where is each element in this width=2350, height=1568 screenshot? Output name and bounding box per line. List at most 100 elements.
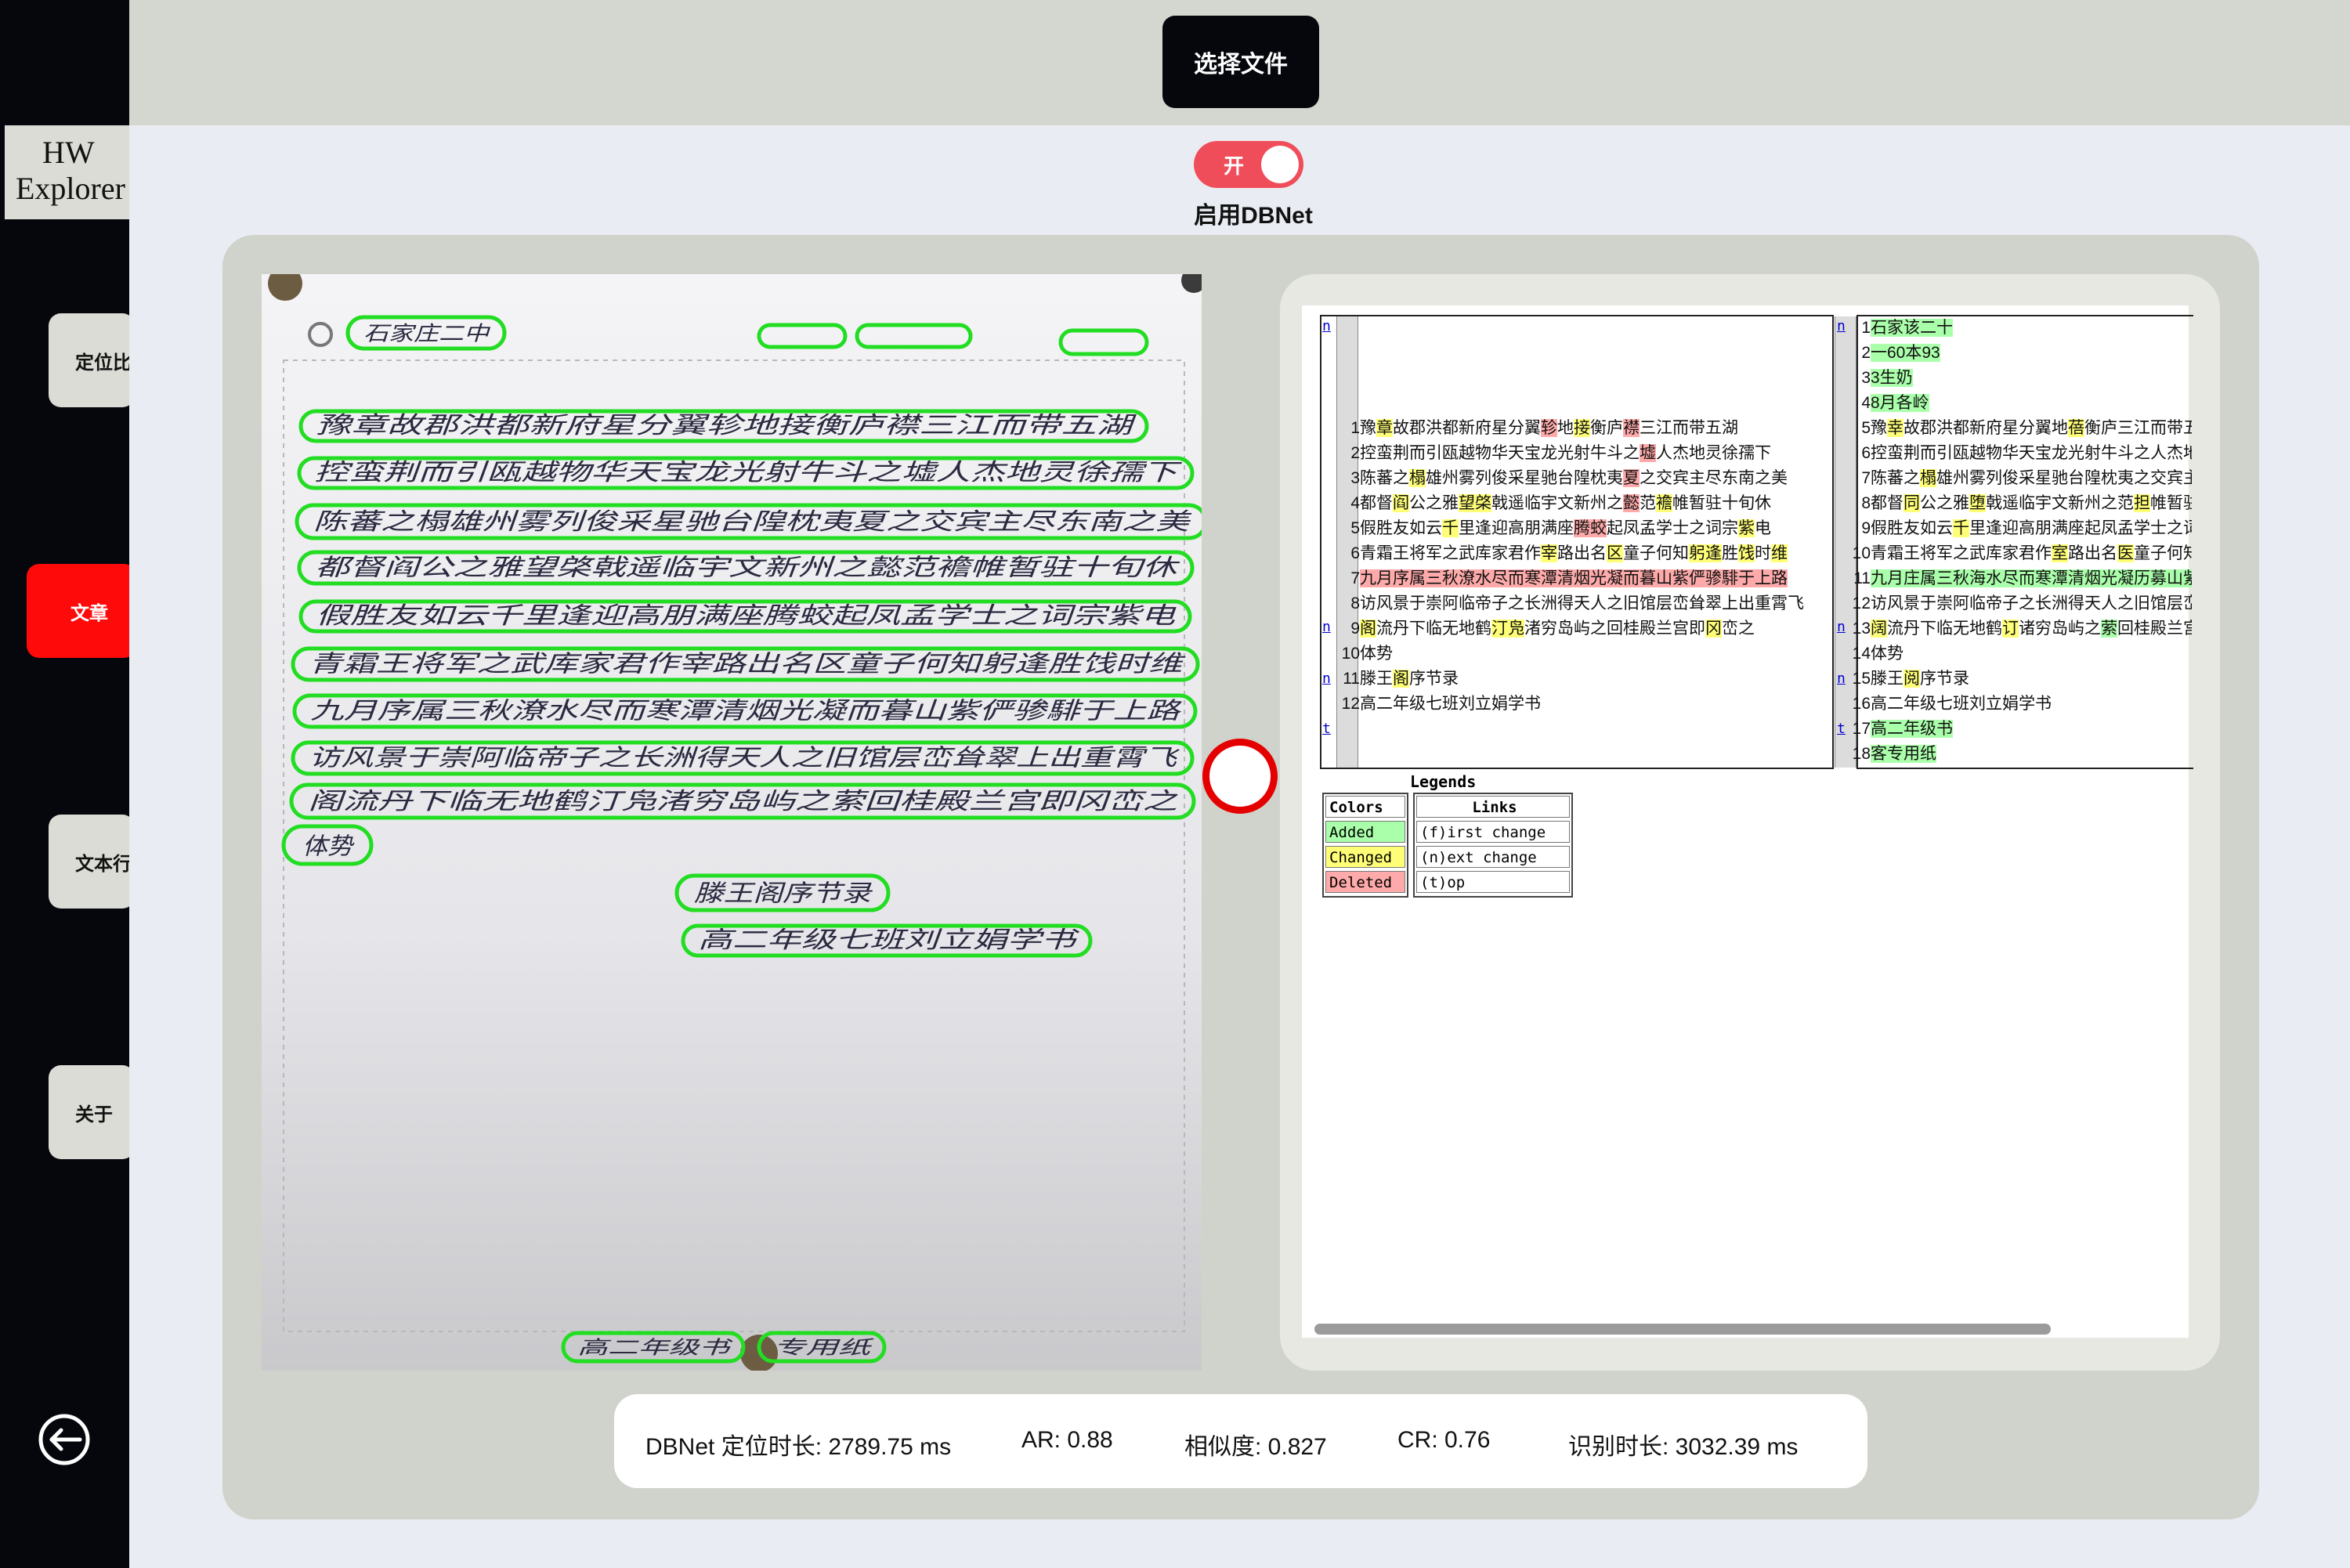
diff-line-number: 15 bbox=[1852, 670, 1871, 688]
exit-icon[interactable] bbox=[36, 1411, 92, 1468]
diff-segment: 冈 bbox=[1705, 620, 1722, 638]
diff-segment: 区 bbox=[1607, 544, 1623, 562]
diff-segment: 千 bbox=[1953, 519, 1969, 537]
diff-line: 3生奶 bbox=[1871, 366, 1913, 391]
diff-segment: 客专用纸 bbox=[1871, 745, 1936, 763]
diff-line: 陈蕃之榻雄州雾列俊采星驰台隍枕夷之交宾主尽东南之美 bbox=[1871, 466, 2192, 491]
legend-next-change: (n)ext change bbox=[1416, 846, 1570, 868]
handwritten-line: 都督阎公之雅望棨戟遥临宇文新州之懿范襜帷暂驻十旬休 bbox=[315, 555, 1180, 582]
legend-top: (t)op bbox=[1416, 871, 1570, 893]
handwritten-line: 青霜王将军之武库家君作宰路出名区童子何知躬逢胜饯时维 bbox=[309, 651, 1187, 678]
dbnet-time-stat: DBNet 定位时长: 2789.75 ms bbox=[645, 1434, 952, 1460]
diff-segment: 滕王 bbox=[1871, 670, 1904, 688]
diff-line: 都督同公之雅堕戟遥临宇文新州之范担帷暂驻十旬休 bbox=[1871, 491, 2192, 516]
brand-line-2: Explorer bbox=[16, 171, 125, 206]
diff-line: 青霜王将军之武库家君作室路出名医童子何知躬逢胜饯时维 bbox=[1871, 541, 2192, 566]
diff-line: 豫章故郡洪都新府星分翼轸地接衡庐襟三江而带五湖 bbox=[1360, 416, 1738, 441]
handwritten-line: 体势 bbox=[302, 833, 355, 861]
handwritten-line: 假胜友如云千里逢迎高朋满座腾蛟起凤孟学士之词宗紫电 bbox=[316, 602, 1177, 630]
diff-segment: 路出名 bbox=[2068, 544, 2117, 562]
diff-line-number: 8 bbox=[1861, 494, 1871, 512]
diff-segment: 阔 bbox=[1871, 620, 1887, 638]
diff-segment: 范 bbox=[1640, 494, 1656, 512]
diff-line-number: 9 bbox=[1350, 620, 1360, 638]
diff-segment: 地 bbox=[1557, 419, 1574, 437]
diff-line: 青霜王将军之武库家君作宰路出名区童子何知躬逢胜饯时维 bbox=[1360, 541, 1788, 566]
diff-line: 体势 bbox=[1360, 641, 1393, 667]
diff-segment: 诸穷岛屿之 bbox=[2019, 620, 2101, 638]
diff-link-next[interactable]: n bbox=[1322, 318, 1331, 334]
sidebar-item-locate-compare[interactable]: 定位比 bbox=[49, 313, 129, 407]
diff-line-number: 11 bbox=[1343, 670, 1360, 688]
sidebar-item-label: 文本行 bbox=[75, 853, 129, 875]
diff-segment: 戟遥临宇文新州之 bbox=[1491, 494, 1623, 512]
diff-link-next[interactable]: n bbox=[1322, 619, 1331, 635]
diff-line-number: 4 bbox=[1861, 394, 1871, 412]
diff-line: 石家该二十 bbox=[1871, 316, 1953, 341]
diff-segment: 序节录 bbox=[1920, 670, 1969, 688]
legend-links-header: Links bbox=[1416, 796, 1570, 818]
choose-file-button[interactable]: 选择文件 bbox=[1162, 16, 1319, 108]
diff-line-number: 2 bbox=[1861, 344, 1871, 362]
diff-segment: 望棨 bbox=[1459, 494, 1491, 512]
diff-line-number: 9 bbox=[1861, 519, 1871, 537]
diff-line-number: 7 bbox=[1861, 469, 1871, 487]
sidebar-item-about[interactable]: 关于 bbox=[49, 1065, 129, 1159]
diff-segment: 九月庄属三秋海水尽而寒潭清烟光凝历募山紫俨骖騑于上路 bbox=[1871, 569, 2192, 587]
diff-segment: 宰 bbox=[1541, 544, 1557, 562]
app-logo: HW Explorer bbox=[5, 125, 129, 219]
diff-segment: 控蛮荆而引瓯越物华天宝龙光射牛斗之人杰地灵 bbox=[1871, 444, 2192, 462]
diff-segment: 轸 bbox=[1541, 419, 1557, 437]
diff-line-number: 7 bbox=[1350, 569, 1360, 587]
diff-line: 滕王阅序节录 bbox=[1871, 667, 1969, 692]
diff-segment: 阎 bbox=[1393, 494, 1409, 512]
diff-segment: 体势 bbox=[1360, 645, 1393, 663]
diff-segment: 襜 bbox=[1656, 494, 1672, 512]
toggle-knob bbox=[1261, 146, 1299, 183]
diff-segment: 高二年级七班刘立娟学书 bbox=[1871, 695, 2052, 713]
diff-segment: 千 bbox=[1442, 519, 1459, 537]
diff-segment: 公之雅 bbox=[1920, 494, 1969, 512]
dbnet-toggle[interactable]: 开 bbox=[1194, 141, 1303, 188]
compare-indicator[interactable] bbox=[1202, 739, 1278, 814]
diff-segment: 戟遥临宇文新州之范 bbox=[1986, 494, 2134, 512]
diff-line: 豫幸故郡洪都新府星分翼地蓓衡庐三江而带五湖 bbox=[1871, 416, 2192, 441]
diff-line-number: 6 bbox=[1861, 444, 1871, 462]
diff-segment: 都督 bbox=[1871, 494, 1904, 512]
diff-segment: 人杰地灵徐孺下 bbox=[1656, 444, 1771, 462]
sidebar-item-label: 关于 bbox=[75, 1104, 113, 1125]
diff-link-top[interactable]: t bbox=[1322, 721, 1331, 737]
diff-segment: 8月各岭 bbox=[1871, 394, 1929, 412]
sidebar-item-label: 文章 bbox=[70, 602, 108, 624]
diff-line-number: 12 bbox=[1341, 695, 1360, 713]
sidebar-item-article[interactable]: 文章 bbox=[27, 564, 129, 658]
diff-segment: 都督 bbox=[1360, 494, 1393, 512]
diff-line: 高二年级七班刘立娟学书 bbox=[1871, 692, 2052, 717]
diff-line-number: 2 bbox=[1350, 444, 1360, 462]
diff-segment: 体势 bbox=[1871, 645, 1904, 663]
diff-segment: 回桂殿兰宫即冈峦之 bbox=[2117, 620, 2192, 638]
diff-segment: 电 bbox=[1755, 519, 1771, 537]
diff-segment: 雄州雾列俊采星驰台隍枕夷 bbox=[1426, 469, 1623, 487]
diff-segment: 陈蕃之 bbox=[1871, 469, 1920, 487]
legend-deleted: Deleted bbox=[1325, 871, 1405, 893]
diff-line-number: 12 bbox=[1852, 594, 1871, 612]
diff-segment: 故郡洪都新府星分翼地 bbox=[1904, 419, 2068, 437]
legend-colors-header: Colors bbox=[1325, 796, 1405, 818]
diff-segment: 滕王 bbox=[1360, 670, 1393, 688]
diff-segment: 维 bbox=[1771, 544, 1788, 562]
diff-segment: 之交宾主尽东南之美 bbox=[1640, 469, 1788, 487]
sidebar-item-text-line[interactable]: 文本行 bbox=[49, 815, 129, 909]
diff-segment: 访风景于崇阿临帝子之长洲得天人之旧馆层峦耸翠上出重霄飞 bbox=[1360, 594, 1804, 612]
diff-segment: 假胜友如云 bbox=[1871, 519, 1953, 537]
diff-link-next[interactable]: n bbox=[1322, 670, 1331, 687]
diff-segment: 流丹下临无地鹤 bbox=[1376, 620, 1491, 638]
diff-segment: 堕 bbox=[1969, 494, 1986, 512]
diff-line-number: 5 bbox=[1861, 419, 1871, 437]
sidebar: HW Explorer 定位比 文章 文本行 关于 bbox=[0, 0, 129, 1568]
diff-line: 高二年级七班刘立娟学书 bbox=[1360, 692, 1541, 717]
diff-segment: 序节录 bbox=[1409, 670, 1459, 688]
diff-line: 滕王阁序节录 bbox=[1360, 667, 1459, 692]
diff-segment: 订 bbox=[2002, 620, 2019, 638]
horizontal-scrollbar[interactable] bbox=[1314, 1324, 2051, 1335]
